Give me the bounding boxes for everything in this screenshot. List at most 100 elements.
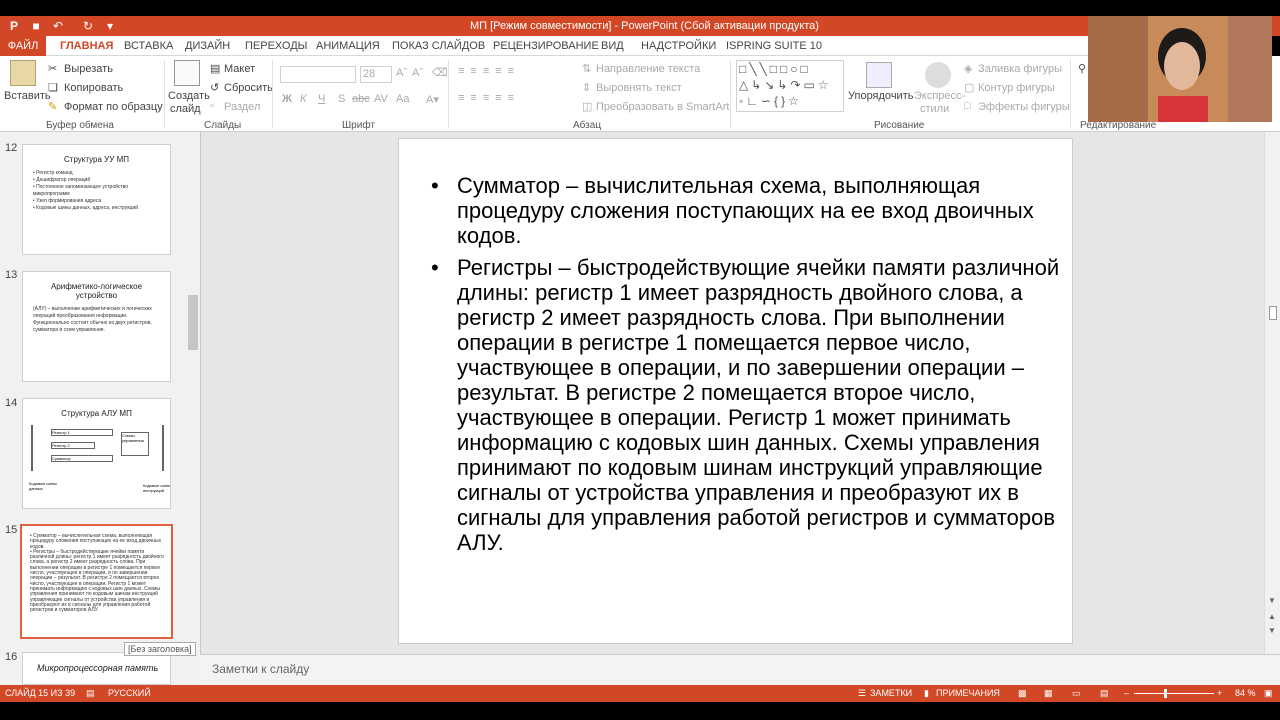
paste-icon[interactable] — [10, 60, 36, 86]
zoom-in-icon[interactable]: + — [1217, 688, 1222, 698]
shadow-button[interactable]: S — [338, 93, 345, 105]
section-button[interactable]: Раздел — [224, 101, 260, 113]
reset-icon[interactable]: ↺ — [210, 81, 219, 94]
change-case-button[interactable]: Aa — [396, 93, 409, 105]
comments-icon[interactable]: ▮ — [924, 688, 929, 699]
spellcheck-icon[interactable]: ▤ — [86, 688, 95, 699]
shape-effects-button[interactable]: Эффекты фигуры — [978, 101, 1070, 113]
text-direction-button[interactable]: Направление текста — [596, 63, 700, 75]
tab-home[interactable]: ГЛАВНАЯ — [60, 40, 113, 52]
normal-view-icon[interactable]: ▩ — [1018, 688, 1027, 699]
font-size-input[interactable]: 28 — [360, 66, 392, 83]
font-color-icon[interactable]: A▾ — [426, 93, 439, 106]
copy-button[interactable]: Копировать — [64, 82, 123, 94]
shape-fill-button[interactable]: Заливка фигуры — [978, 63, 1062, 75]
notes-placeholder[interactable]: Заметки к слайду — [212, 662, 309, 676]
section-icon[interactable]: ▫ — [210, 100, 214, 112]
slide-sorter-icon[interactable]: ▦ — [1044, 688, 1053, 699]
italic-button[interactable]: К — [300, 93, 306, 105]
slides-panel-scroll-thumb[interactable] — [188, 295, 198, 350]
find-icon[interactable]: ⚲ — [1078, 62, 1086, 75]
underline-button[interactable]: Ч — [318, 93, 325, 105]
notes-toggle-icon[interactable]: ☰ — [858, 688, 866, 699]
zoom-slider[interactable] — [1134, 693, 1214, 694]
previous-slide-icon[interactable]: ▲ — [1268, 612, 1276, 621]
copy-icon[interactable]: ❏ — [48, 81, 58, 94]
tab-review[interactable]: РЕЦЕНЗИРОВАНИЕ — [493, 40, 599, 52]
reading-view-icon[interactable]: ▭ — [1072, 688, 1081, 699]
strikethrough-button[interactable]: abc — [352, 93, 370, 105]
editor-vertical-scrollbar[interactable]: ▼ ▲ ▼ — [1264, 132, 1280, 654]
arrange-button[interactable]: Упорядочить — [848, 90, 913, 102]
tab-addins[interactable]: НАДСТРОЙКИ — [641, 40, 716, 52]
list-buttons-icon[interactable]: ≡≡≡≡≡ — [458, 65, 520, 77]
thumbnail-data-bus-label: Кодовые шины данных — [29, 481, 57, 491]
shrink-font-icon[interactable]: Aˇ — [412, 67, 423, 79]
align-text-button[interactable]: Выровнять текст — [596, 82, 682, 94]
fit-to-window-icon[interactable]: ▣ — [1264, 688, 1273, 699]
bold-button[interactable]: Ж — [282, 93, 292, 105]
shape-outline-button[interactable]: Контур фигуры — [978, 82, 1055, 94]
slide-body-text[interactable]: • Сумматор – вычислительная схема, выпол… — [429, 173, 1069, 562]
layout-button[interactable]: Макет — [224, 63, 255, 75]
save-icon[interactable]: ■ — [28, 18, 44, 34]
char-spacing-button[interactable]: AV — [374, 93, 388, 105]
scissors-icon[interactable]: ✂ — [48, 62, 57, 75]
paste-button[interactable]: Вставить — [4, 90, 51, 102]
slide-thumbnail-16[interactable]: Микропроцессорная память — [22, 652, 171, 685]
tab-file[interactable]: ФАЙЛ — [0, 36, 46, 56]
tab-transitions[interactable]: ПЕРЕХОДЫ — [245, 40, 307, 52]
text-direction-icon[interactable]: ⇅ — [582, 62, 591, 75]
slideshow-icon[interactable]: ▤ — [1100, 688, 1109, 699]
cut-button[interactable]: Вырезать — [64, 63, 113, 75]
quick-styles-label-2[interactable]: стили — [920, 103, 949, 115]
new-slide-label-2[interactable]: слайд — [170, 103, 201, 115]
slide-thumbnail-13[interactable]: Арифметико-логическое устройство (АЛУ) –… — [22, 271, 171, 382]
zoom-level[interactable]: 84 % — [1235, 688, 1256, 698]
notes-pane[interactable]: Заметки к слайду — [200, 654, 1280, 685]
slide-thumbnail-12[interactable]: Структура УУ МП • Регистр команд • Дешиф… — [22, 144, 171, 255]
slide-thumbnail-14[interactable]: Структура АЛУ МП Регистр 1 Регистр 2 Сум… — [22, 398, 171, 509]
smartart-button[interactable]: Преобразовать в SmartArt — [596, 101, 729, 113]
arrange-icon[interactable] — [866, 62, 892, 88]
reset-button[interactable]: Сбросить — [224, 82, 273, 94]
shape-outline-icon[interactable]: ▢ — [964, 81, 974, 94]
format-painter-icon[interactable]: ✎ — [48, 100, 57, 113]
next-slide-icon[interactable]: ▼ — [1268, 626, 1276, 635]
slides-panel-scrollbar[interactable] — [186, 132, 200, 685]
clear-formatting-icon[interactable]: ⌫ — [432, 66, 448, 79]
shape-effects-icon[interactable]: □ — [964, 100, 971, 112]
slide-canvas[interactable]: • Сумматор – вычислительная схема, выпол… — [398, 138, 1073, 644]
customize-quick-access-icon[interactable]: ▾ — [102, 18, 118, 34]
redo-icon[interactable]: ↻ — [80, 18, 96, 34]
quick-styles-icon[interactable] — [925, 62, 951, 88]
undo-icon[interactable]: ↶ — [50, 18, 66, 34]
notes-toggle-button[interactable]: ЗАМЕТКИ — [870, 688, 912, 698]
tab-insert[interactable]: ВСТАВКА — [124, 40, 173, 52]
layout-icon[interactable]: ▤ — [210, 62, 220, 75]
tab-design[interactable]: ДИЗАЙН — [185, 40, 230, 52]
zoom-slider-thumb[interactable] — [1164, 689, 1167, 698]
tab-animation[interactable]: АНИМАЦИЯ — [316, 40, 380, 52]
new-slide-icon[interactable] — [174, 60, 200, 86]
new-slide-label[interactable]: Создать — [168, 90, 210, 102]
tab-view[interactable]: ВИД — [601, 40, 624, 52]
scroll-down-icon[interactable]: ▼ — [1268, 596, 1276, 605]
editor-scroll-thumb[interactable] — [1269, 306, 1277, 320]
comments-button[interactable]: ПРИМЕЧАНИЯ — [936, 688, 1000, 698]
align-buttons-icon[interactable]: ≡≡≡≡≡ — [458, 92, 520, 104]
shapes-gallery[interactable]: □╲╲□□○□ △↳↘↳↷▭☆ ◦∟∽{}☆ — [736, 60, 844, 112]
tab-ispring[interactable]: ISPRING SUITE 10 — [726, 40, 822, 52]
tab-slideshow[interactable]: ПОКАЗ СЛАЙДОВ — [392, 40, 485, 52]
language-label[interactable]: РУССКИЙ — [108, 688, 151, 698]
shape-fill-icon[interactable]: ◈ — [964, 62, 972, 75]
zoom-out-icon[interactable]: – — [1124, 688, 1129, 698]
quick-styles-button[interactable]: Экспресс- — [914, 90, 965, 102]
font-name-input[interactable] — [280, 66, 356, 83]
align-text-icon[interactable]: ⇕ — [582, 81, 591, 94]
slide-thumbnail-15-selected[interactable]: • Сумматор – вычислительная схема, выпол… — [20, 524, 173, 639]
smartart-icon[interactable]: ◫ — [582, 100, 592, 113]
bullet-icon: • — [431, 173, 439, 198]
format-painter-button[interactable]: Формат по образцу — [64, 101, 163, 113]
grow-font-icon[interactable]: Aˆ — [396, 67, 407, 79]
